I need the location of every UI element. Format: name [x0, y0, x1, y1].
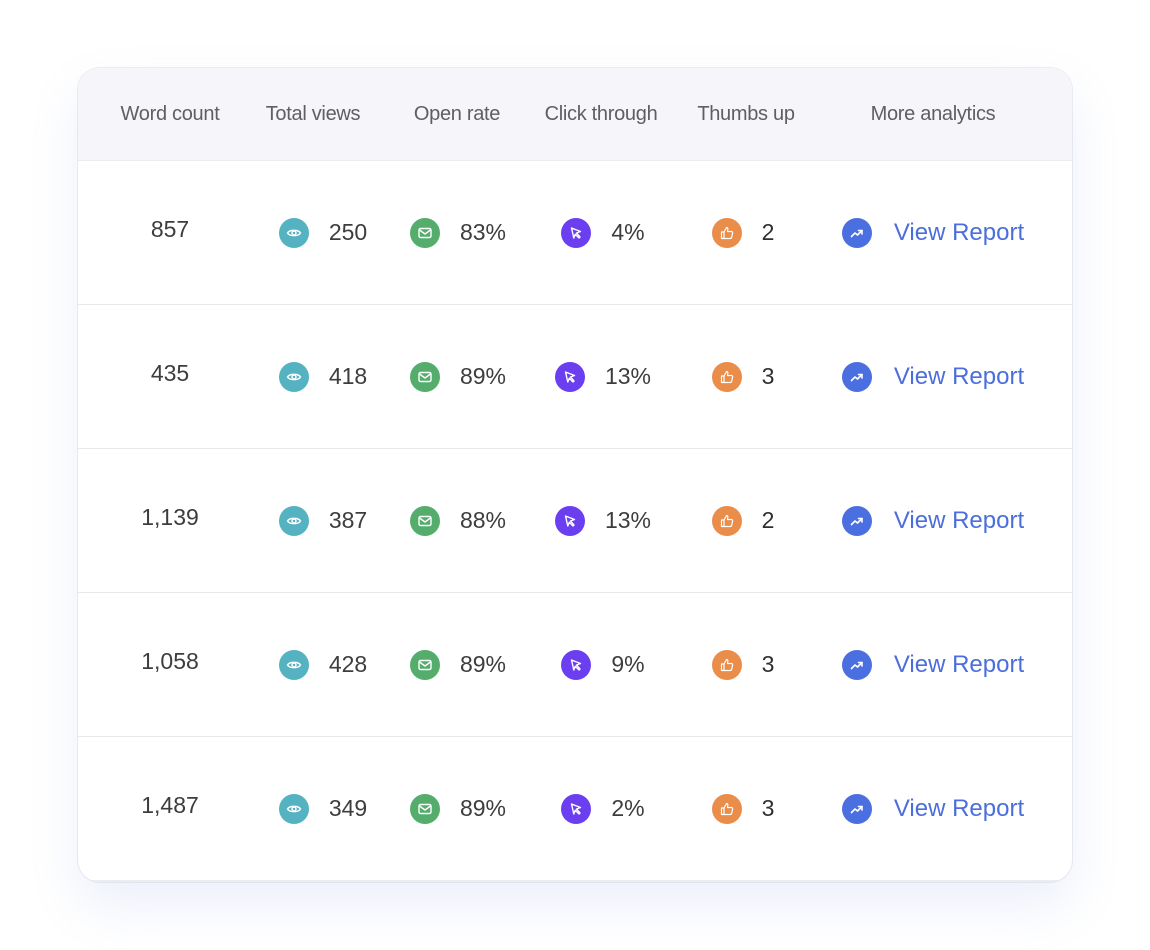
table-row: 435 418 89% 13% 3 View Report — [78, 305, 1072, 449]
open-rate-value: 89% — [459, 795, 507, 821]
header-word-count: Word count — [120, 103, 220, 125]
word-count-cell: 1,139 — [110, 446, 230, 589]
view-report-link[interactable]: View Report — [894, 363, 1024, 391]
thumbs-up-icon — [711, 793, 742, 824]
total-views-cell: 418 — [258, 305, 388, 448]
word-count-cell: 1,058 — [110, 590, 230, 733]
view-report-link[interactable]: View Report — [894, 219, 1024, 247]
eye-icon — [278, 793, 309, 824]
thumbs-up-value: 3 — [761, 795, 775, 821]
open-rate-cell: 83% — [403, 161, 513, 304]
view-report-link[interactable]: View Report — [894, 651, 1024, 679]
thumbs-up-icon — [711, 361, 742, 392]
word-count-value: 857 — [150, 216, 190, 242]
more-analytics-cell: View Report — [833, 161, 1033, 304]
eye-icon — [278, 505, 309, 536]
thumbs-up-value: 3 — [761, 651, 775, 677]
trend-up-icon — [841, 361, 872, 392]
word-count-value: 435 — [150, 360, 190, 386]
header-more-analytics: More analytics — [870, 103, 996, 125]
header-total-views: Total views — [265, 103, 361, 125]
mail-icon — [409, 217, 440, 248]
more-analytics-cell: View Report — [833, 593, 1033, 736]
total-views-value: 428 — [328, 651, 368, 677]
table-header: Word count Total views Open rate Click t… — [78, 68, 1072, 161]
total-views-cell: 428 — [258, 593, 388, 736]
word-count-value: 1,487 — [141, 792, 199, 818]
total-views-cell: 349 — [258, 737, 388, 880]
total-views-value: 250 — [328, 219, 368, 245]
table-body: 857 250 83% 4% 2 View Report 435 418 89%… — [78, 161, 1072, 881]
eye-icon — [278, 217, 309, 248]
eye-icon — [278, 649, 309, 680]
header-click-through: Click through — [544, 103, 658, 125]
total-views-value: 349 — [328, 795, 368, 821]
more-analytics-cell: View Report — [833, 305, 1033, 448]
open-rate-cell: 89% — [403, 305, 513, 448]
thumbs-up-value: 2 — [761, 219, 775, 245]
thumbs-up-cell: 3 — [698, 737, 788, 880]
click-through-value: 2% — [611, 795, 645, 821]
table-row: 1,058 428 89% 9% 3 View Report — [78, 593, 1072, 737]
cursor-icon — [561, 217, 592, 248]
trend-up-icon — [841, 217, 872, 248]
more-analytics-cell: View Report — [833, 737, 1033, 880]
click-through-cell: 2% — [548, 737, 658, 880]
cursor-icon — [561, 649, 592, 680]
open-rate-cell: 88% — [403, 449, 513, 592]
total-views-cell: 387 — [258, 449, 388, 592]
thumbs-up-icon — [711, 217, 742, 248]
thumbs-up-cell: 2 — [698, 161, 788, 304]
eye-icon — [278, 361, 309, 392]
thumbs-up-cell: 3 — [698, 593, 788, 736]
table-row: 1,487 349 89% 2% 3 View Report — [78, 737, 1072, 881]
cursor-icon — [554, 361, 585, 392]
word-count-cell: 857 — [110, 158, 230, 301]
header-thumbs-up: Thumbs up — [697, 103, 795, 125]
click-through-value: 13% — [604, 507, 652, 533]
open-rate-value: 89% — [459, 651, 507, 677]
mail-icon — [409, 793, 440, 824]
table-row: 1,139 387 88% 13% 2 View Report — [78, 449, 1072, 593]
click-through-value: 9% — [611, 651, 645, 677]
word-count-value: 1,058 — [141, 648, 199, 674]
total-views-value: 418 — [328, 363, 368, 389]
mail-icon — [409, 361, 440, 392]
open-rate-cell: 89% — [403, 593, 513, 736]
mail-icon — [409, 505, 440, 536]
cursor-icon — [554, 505, 585, 536]
header-open-rate: Open rate — [413, 103, 501, 125]
word-count-cell: 435 — [110, 302, 230, 445]
thumbs-up-value: 2 — [761, 507, 775, 533]
word-count-value: 1,139 — [141, 504, 199, 530]
open-rate-value: 83% — [459, 219, 507, 245]
click-through-cell: 4% — [548, 161, 658, 304]
total-views-value: 387 — [328, 507, 368, 533]
click-through-value: 4% — [611, 219, 645, 245]
thumbs-up-icon — [711, 649, 742, 680]
trend-up-icon — [841, 505, 872, 536]
thumbs-up-value: 3 — [761, 363, 775, 389]
total-views-cell: 250 — [258, 161, 388, 304]
thumbs-up-cell: 3 — [698, 305, 788, 448]
click-through-value: 13% — [604, 363, 652, 389]
mail-icon — [409, 649, 440, 680]
table-row: 857 250 83% 4% 2 View Report — [78, 161, 1072, 305]
click-through-cell: 13% — [548, 305, 658, 448]
click-through-cell: 13% — [548, 449, 658, 592]
more-analytics-cell: View Report — [833, 449, 1033, 592]
trend-up-icon — [841, 793, 872, 824]
view-report-link[interactable]: View Report — [894, 795, 1024, 823]
thumbs-up-cell: 2 — [698, 449, 788, 592]
trend-up-icon — [841, 649, 872, 680]
cursor-icon — [561, 793, 592, 824]
view-report-link[interactable]: View Report — [894, 507, 1024, 535]
open-rate-value: 88% — [459, 507, 507, 533]
open-rate-cell: 89% — [403, 737, 513, 880]
click-through-cell: 9% — [548, 593, 658, 736]
word-count-cell: 1,487 — [110, 734, 230, 877]
thumbs-up-icon — [711, 505, 742, 536]
open-rate-value: 89% — [459, 363, 507, 389]
analytics-table: Word count Total views Open rate Click t… — [78, 68, 1072, 882]
